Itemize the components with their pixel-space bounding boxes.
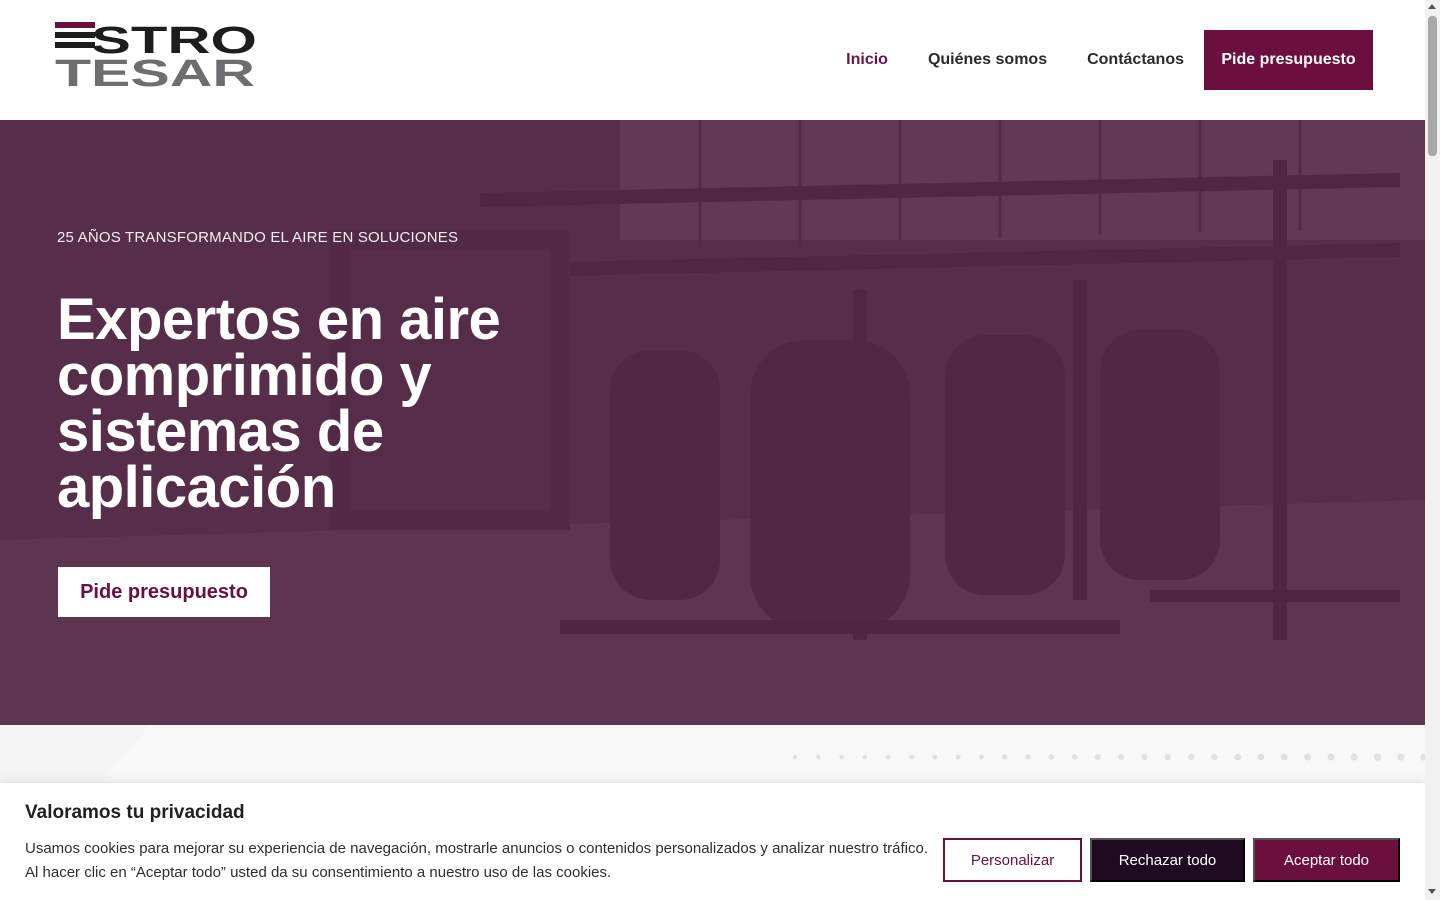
- decoration-dot: [792, 754, 798, 760]
- decoration-dot: [1164, 753, 1171, 761]
- decoration-dot: [909, 754, 914, 760]
- reject-all-cookies-button[interactable]: Rechazar todo: [1090, 838, 1245, 882]
- decoration-dot: [955, 754, 961, 760]
- nav-quote-button[interactable]: Pide presupuesto: [1204, 30, 1373, 90]
- cookie-title: Valoramos tu privacidad: [25, 802, 245, 823]
- decoration-dot: [1327, 753, 1335, 761]
- decoration-dot: [1211, 753, 1218, 761]
- decoration-dot: [932, 754, 938, 760]
- hero-quote-button[interactable]: Pide presupuesto: [58, 567, 270, 617]
- decoration-dot: [816, 754, 821, 760]
- scrollbar-thumb[interactable]: [1428, 16, 1437, 156]
- scroll-down-arrow-icon[interactable]: [1428, 889, 1436, 894]
- scroll-up-arrow-icon[interactable]: [1428, 4, 1436, 9]
- site-header: STRO TESAR Inicio Quiénes somos Contácta…: [0, 0, 1425, 120]
- logo[interactable]: STRO TESAR: [55, 20, 257, 95]
- decoration-dot: [1048, 754, 1055, 760]
- cookie-banner: Valoramos tu privacidad Usamos cookies p…: [0, 782, 1425, 900]
- decoration-dot: [1118, 754, 1125, 760]
- accept-all-cookies-button[interactable]: Aceptar todo: [1253, 838, 1400, 882]
- decoration-dot: [1141, 753, 1148, 761]
- decoration-dot: [1187, 753, 1195, 761]
- decoration-dot: [1071, 754, 1078, 760]
- hero-title: Expertos en aire comprimido y sistemas d…: [57, 287, 501, 520]
- customize-cookies-button[interactable]: Personalizar: [943, 838, 1082, 882]
- cookie-text: Usamos cookies para mejorar su experienc…: [25, 840, 928, 881]
- decoration-dot: [1094, 754, 1101, 760]
- nav-item-inicio[interactable]: Inicio: [846, 51, 888, 69]
- hero-section: 25 AÑOS TRANSFORMANDO EL AIRE EN SOLUCIO…: [0, 120, 1425, 725]
- decoration-dot: [1397, 753, 1405, 761]
- logo-text-bottom: TESAR: [55, 53, 255, 88]
- decoration-dot: [1373, 753, 1382, 761]
- decoration-dot: [1025, 754, 1031, 760]
- nav-item-quienes-somos[interactable]: Quiénes somos: [928, 51, 1047, 69]
- decoration-dot: [978, 754, 985, 760]
- decoration-dot: [1234, 753, 1241, 761]
- page-scrollbar[interactable]: [1425, 0, 1440, 900]
- logo-mark: STRO TESAR: [55, 20, 257, 95]
- hero-eyebrow: 25 AÑOS TRANSFORMANDO EL AIRE EN SOLUCIO…: [57, 229, 459, 246]
- decoration-dot: [862, 754, 868, 760]
- main-nav: Inicio Quiénes somos Contáctanos Pide pr…: [806, 30, 1373, 90]
- decoration-dot: [1280, 753, 1288, 761]
- decoration-dot: [1350, 753, 1358, 761]
- decoration-dot: [885, 754, 891, 760]
- nav-item-contactanos[interactable]: Contáctanos: [1087, 51, 1184, 69]
- decoration-dot: [1304, 753, 1312, 761]
- decoration-dot: [1001, 754, 1008, 760]
- decoration-dot: [1257, 753, 1265, 761]
- decoration-dot: [839, 754, 844, 760]
